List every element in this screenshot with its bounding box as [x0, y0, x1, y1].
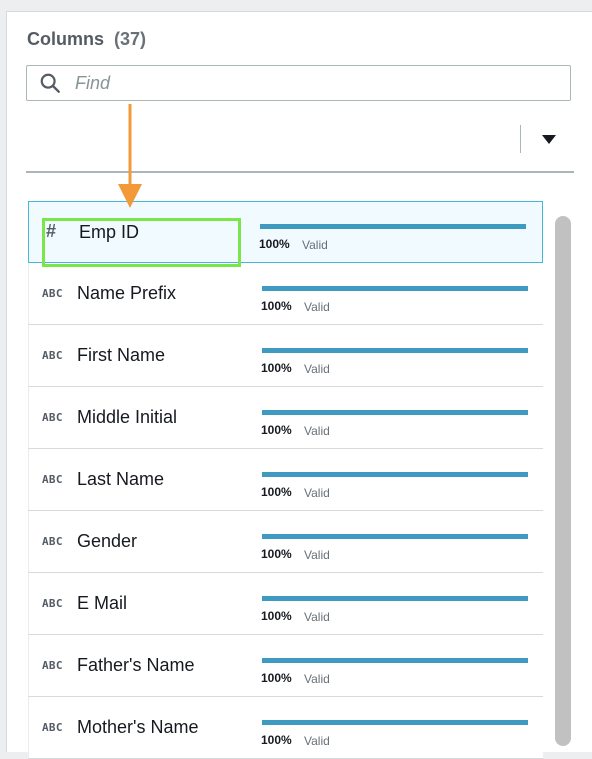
string-type-icon: ABC	[42, 411, 63, 424]
string-type-icon: ABC	[42, 659, 63, 672]
quality-bar	[262, 720, 528, 725]
quality-bar-fill	[260, 224, 526, 229]
valid-percent: 100%	[261, 547, 292, 561]
valid-label: Valid	[304, 300, 330, 314]
valid-percent: 100%	[261, 423, 292, 437]
column-name: Emp ID	[79, 222, 140, 242]
quality-bar	[262, 410, 528, 415]
valid-percent: 100%	[259, 237, 290, 251]
quality-bar-fill	[262, 410, 528, 415]
column-name: Last Name	[77, 469, 165, 489]
column-row[interactable]: ABC Middle Initial 100% Valid	[28, 387, 543, 449]
quality-bar	[262, 286, 528, 291]
valid-percent: 100%	[261, 299, 292, 313]
column-name: Mother's Name	[77, 717, 199, 737]
valid-label: Valid	[304, 734, 330, 748]
column-row[interactable]: ABC First Name 100% Valid	[28, 325, 543, 387]
column-row[interactable]: ABC Last Name 100% Valid	[28, 449, 543, 511]
column-row[interactable]: ABC E Mail 100% Valid	[28, 573, 543, 635]
valid-label: Valid	[304, 362, 330, 376]
quality-bar-fill	[262, 534, 528, 539]
valid-percent: 100%	[261, 671, 292, 685]
quality-bar	[262, 348, 528, 353]
search-input[interactable]	[73, 71, 557, 95]
column-name: Gender	[77, 531, 138, 551]
quality-bar	[262, 534, 528, 539]
column-name: E Mail	[77, 593, 128, 613]
string-type-icon: ABC	[42, 473, 63, 486]
column-name: Middle Initial	[77, 407, 178, 427]
column-row[interactable]: ABC Name Prefix 100% Valid	[28, 263, 543, 325]
column-row[interactable]: # Emp ID 100% Valid	[28, 201, 543, 263]
valid-label: Valid	[304, 548, 330, 562]
quality-bar	[262, 596, 528, 601]
quality-bar-fill	[262, 658, 528, 663]
valid-percent: 100%	[261, 733, 292, 747]
section-divider	[26, 171, 574, 173]
column-name: First Name	[77, 345, 166, 365]
caret-down-icon	[542, 134, 556, 144]
search-icon	[40, 73, 60, 93]
valid-label: Valid	[304, 424, 330, 438]
string-type-icon: ABC	[42, 721, 63, 734]
valid-percent: 100%	[261, 485, 292, 499]
quality-bar-fill	[262, 720, 528, 725]
valid-percent: 100%	[261, 609, 292, 623]
column-list: # Emp ID 100% Valid ABC Name Prefix 100% Valid A…	[28, 201, 543, 759]
string-type-icon: ABC	[42, 535, 63, 548]
column-count: (37)	[114, 29, 147, 49]
valid-label: Valid	[304, 486, 330, 500]
search-box[interactable]	[26, 65, 571, 101]
valid-label: Valid	[302, 238, 328, 252]
quality-bar	[260, 224, 526, 229]
options-dropdown-button[interactable]	[535, 128, 563, 150]
string-type-icon: ABC	[42, 287, 63, 300]
valid-percent: 100%	[261, 361, 292, 375]
panel-title: Columns	[27, 29, 105, 49]
quality-bar	[262, 472, 528, 477]
string-type-icon: ABC	[42, 597, 63, 610]
column-row[interactable]: ABC Gender 100% Valid	[28, 511, 543, 573]
quality-bar-fill	[262, 596, 528, 601]
valid-label: Valid	[304, 610, 330, 624]
panel-header: Columns (37)	[27, 29, 146, 50]
numeric-type-icon: #	[46, 221, 57, 241]
toolbar-divider	[520, 125, 521, 153]
column-row[interactable]: ABC Mother's Name 100% Valid	[28, 697, 543, 759]
column-name: Name Prefix	[77, 283, 177, 303]
column-row[interactable]: ABC Father's Name 100% Valid	[28, 635, 543, 697]
annotation-arrow-icon	[118, 104, 142, 208]
valid-label: Valid	[304, 672, 330, 686]
string-type-icon: ABC	[42, 349, 63, 362]
column-name: Father's Name	[77, 655, 195, 675]
quality-bar	[262, 658, 528, 663]
quality-bar-fill	[262, 286, 528, 291]
quality-bar-fill	[262, 472, 528, 477]
quality-bar-fill	[262, 348, 528, 353]
scrollbar-thumb[interactable]	[555, 216, 571, 746]
